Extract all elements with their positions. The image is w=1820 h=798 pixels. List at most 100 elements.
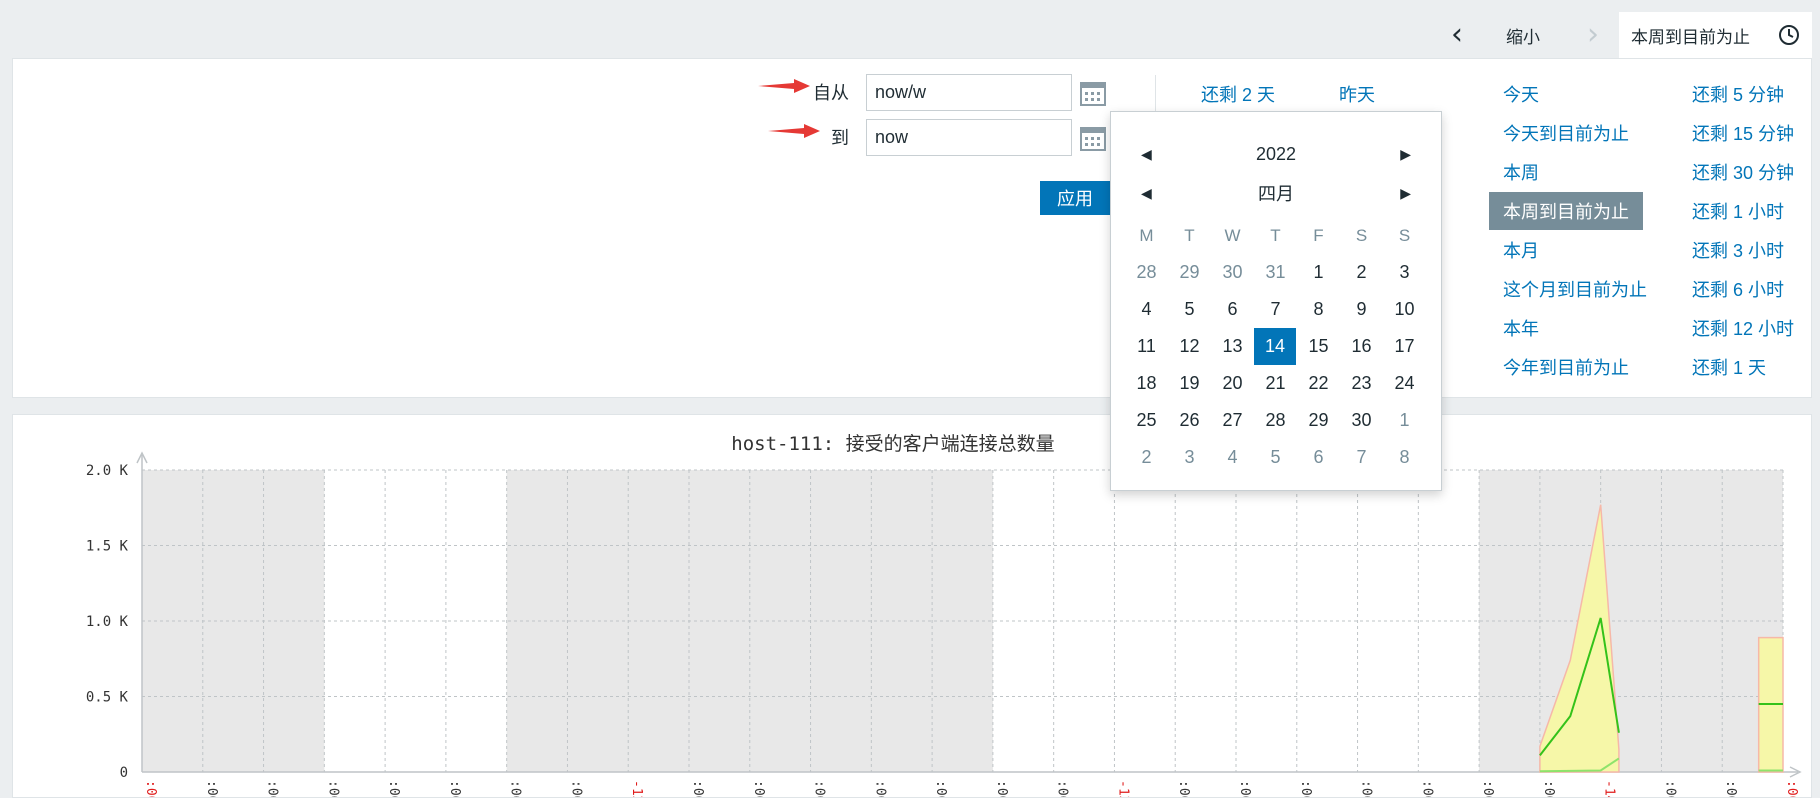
x-tick-label: -14 bbox=[1602, 780, 1617, 798]
calendar-day[interactable]: 22 bbox=[1297, 365, 1340, 402]
calendar-day[interactable]: 3 bbox=[1383, 254, 1426, 291]
x-tick-label: :00 bbox=[872, 780, 887, 798]
to-label: 到 bbox=[831, 128, 849, 148]
quick-range-item[interactable]: 还剩 5 分钟 bbox=[1692, 81, 1784, 107]
calendar-day[interactable]: 20 bbox=[1211, 365, 1254, 402]
next-year-icon[interactable]: ▶ bbox=[1400, 146, 1411, 163]
calendar-day[interactable]: 8 bbox=[1383, 439, 1426, 476]
calendar-day[interactable]: 28 bbox=[1125, 254, 1168, 291]
quick-range-item-selected[interactable]: 本周到目前为止 bbox=[1489, 192, 1643, 230]
zoom-out-label: 缩小 bbox=[1506, 27, 1540, 47]
quick-range-item[interactable]: 还剩 15 分钟 bbox=[1692, 120, 1794, 146]
quick-range-item[interactable]: 今天到目前为止 bbox=[1503, 120, 1629, 146]
prev-month-icon[interactable]: ◀ bbox=[1141, 185, 1152, 202]
x-tick-label: -13 bbox=[1115, 780, 1130, 798]
quick-range-item[interactable]: 昨天 bbox=[1339, 81, 1375, 107]
calendar-day[interactable]: 1 bbox=[1383, 402, 1426, 439]
y-tick-label: 0 bbox=[120, 765, 128, 781]
quick-range-item[interactable]: 还剩 12 小时 bbox=[1692, 315, 1794, 341]
quick-range-item[interactable]: 还剩 1 小时 bbox=[1692, 198, 1784, 224]
next-period-button[interactable]: › bbox=[1567, 12, 1619, 58]
calendar-day[interactable]: 2 bbox=[1340, 254, 1383, 291]
calendar-day-selected[interactable]: 14 bbox=[1254, 328, 1296, 365]
x-tick-label: :00 bbox=[1480, 780, 1495, 798]
calendar-day[interactable]: 5 bbox=[1168, 291, 1211, 328]
prev-year-icon[interactable]: ◀ bbox=[1141, 146, 1152, 163]
x-tick-label: :00 bbox=[447, 780, 462, 798]
quick-range-item[interactable]: 还剩 6 小时 bbox=[1692, 276, 1784, 302]
previous-period-button[interactable]: ‹ bbox=[1435, 12, 1479, 58]
apply-button[interactable]: 应用 bbox=[1040, 181, 1110, 215]
quick-range-item[interactable]: 还剩 2 天 bbox=[1201, 81, 1275, 107]
quick-range-item[interactable]: 还剩 1 天 bbox=[1692, 354, 1766, 380]
calendar-day[interactable]: 19 bbox=[1168, 365, 1211, 402]
time-range-tab[interactable]: 本周到目前为止 bbox=[1619, 12, 1812, 58]
x-tick-label: :00 bbox=[933, 780, 948, 798]
weekday-header: S bbox=[1398, 225, 1411, 245]
x-tick-label: :00 bbox=[386, 780, 401, 798]
calendar-day[interactable]: 6 bbox=[1211, 291, 1254, 328]
x-tick-label: :00 bbox=[751, 780, 766, 798]
quick-range-item[interactable]: 还剩 3 小时 bbox=[1692, 237, 1784, 263]
from-label: 自从 bbox=[813, 83, 849, 103]
quick-range-item[interactable]: 今天 bbox=[1503, 81, 1539, 107]
x-tick-label: :00 bbox=[508, 780, 523, 798]
weekday-header: T bbox=[1270, 225, 1281, 245]
calendar-day[interactable]: 27 bbox=[1211, 402, 1254, 439]
quick-range-col3: 今天 今天到目前为止 本周 本周到目前为止 本月 这个月到目前为止 本年 今年到… bbox=[1477, 59, 1647, 399]
from-input[interactable] bbox=[866, 74, 1072, 111]
calendar-day[interactable]: 9 bbox=[1340, 291, 1383, 328]
quick-range-item[interactable]: 本月 bbox=[1503, 237, 1539, 263]
calendar-day[interactable]: 21 bbox=[1254, 365, 1297, 402]
calendar-from-icon[interactable] bbox=[1079, 79, 1107, 107]
calendar-day[interactable]: 26 bbox=[1168, 402, 1211, 439]
calendar-to-icon[interactable] bbox=[1079, 124, 1107, 152]
clock-icon bbox=[1779, 25, 1799, 45]
calendar-day[interactable]: 5 bbox=[1254, 439, 1297, 476]
calendar-day[interactable]: 24 bbox=[1383, 365, 1426, 402]
calendar-day[interactable]: 6 bbox=[1297, 439, 1340, 476]
calendar-day[interactable]: 7 bbox=[1254, 291, 1297, 328]
x-tick-label: :00 bbox=[1298, 780, 1313, 798]
calendar-day[interactable]: 16 bbox=[1340, 328, 1383, 365]
next-month-icon[interactable]: ▶ bbox=[1400, 185, 1411, 202]
calendar-day[interactable]: 23 bbox=[1340, 365, 1383, 402]
calendar-day[interactable]: 4 bbox=[1125, 291, 1168, 328]
calendar-day[interactable]: 2 bbox=[1125, 439, 1168, 476]
calendar-day[interactable]: 31 bbox=[1254, 254, 1297, 291]
x-tick-label: :00 bbox=[265, 780, 280, 798]
zoom-out-button[interactable]: 缩小 bbox=[1479, 12, 1567, 58]
calendar-day[interactable]: 12 bbox=[1168, 328, 1211, 365]
quick-range-item[interactable]: 还剩 30 分钟 bbox=[1692, 159, 1794, 185]
calendar-popup: ◀ 2022 ▶ ◀ 四月 ▶ M T W T F S S 28 29 30 31 1 2 3 4 5 6 7 8 9… bbox=[1110, 111, 1442, 491]
quick-range-item[interactable]: 本周 bbox=[1503, 159, 1539, 185]
calendar-day[interactable]: 3 bbox=[1168, 439, 1211, 476]
to-input[interactable] bbox=[866, 119, 1072, 156]
x-tick-label: :00 bbox=[1055, 780, 1070, 798]
calendar-day[interactable]: 25 bbox=[1125, 402, 1168, 439]
quick-range-item[interactable]: 本年 bbox=[1503, 315, 1539, 341]
weekday-header: F bbox=[1313, 225, 1324, 245]
calendar-day[interactable]: 17 bbox=[1383, 328, 1426, 365]
calendar-day[interactable]: 13 bbox=[1211, 328, 1254, 365]
chevron-left-icon: ‹ bbox=[1451, 17, 1463, 52]
x-tick-label: :00 bbox=[1176, 780, 1191, 798]
calendar-day[interactable]: 18 bbox=[1125, 365, 1168, 402]
calendar-day[interactable]: 11 bbox=[1125, 328, 1168, 365]
x-tick-label: :06 bbox=[1784, 780, 1799, 798]
quick-range-item[interactable]: 这个月到目前为止 bbox=[1503, 276, 1647, 302]
quick-range-item[interactable]: 今年到目前为止 bbox=[1503, 354, 1629, 380]
time-range-tab-label: 本周到目前为止 bbox=[1631, 27, 1750, 47]
calendar-day[interactable]: 7 bbox=[1340, 439, 1383, 476]
calendar-day[interactable]: 10 bbox=[1383, 291, 1426, 328]
calendar-day[interactable]: 29 bbox=[1168, 254, 1211, 291]
calendar-day[interactable]: 30 bbox=[1340, 402, 1383, 439]
calendar-day[interactable]: 28 bbox=[1254, 402, 1297, 439]
calendar-day[interactable]: 4 bbox=[1211, 439, 1254, 476]
calendar-day[interactable]: 15 bbox=[1297, 328, 1340, 365]
calendar-day[interactable]: 1 bbox=[1297, 254, 1340, 291]
calendar-day[interactable]: 8 bbox=[1297, 291, 1340, 328]
calendar-month: 四月 bbox=[1258, 184, 1294, 204]
calendar-day[interactable]: 30 bbox=[1211, 254, 1254, 291]
calendar-day[interactable]: 29 bbox=[1297, 402, 1340, 439]
